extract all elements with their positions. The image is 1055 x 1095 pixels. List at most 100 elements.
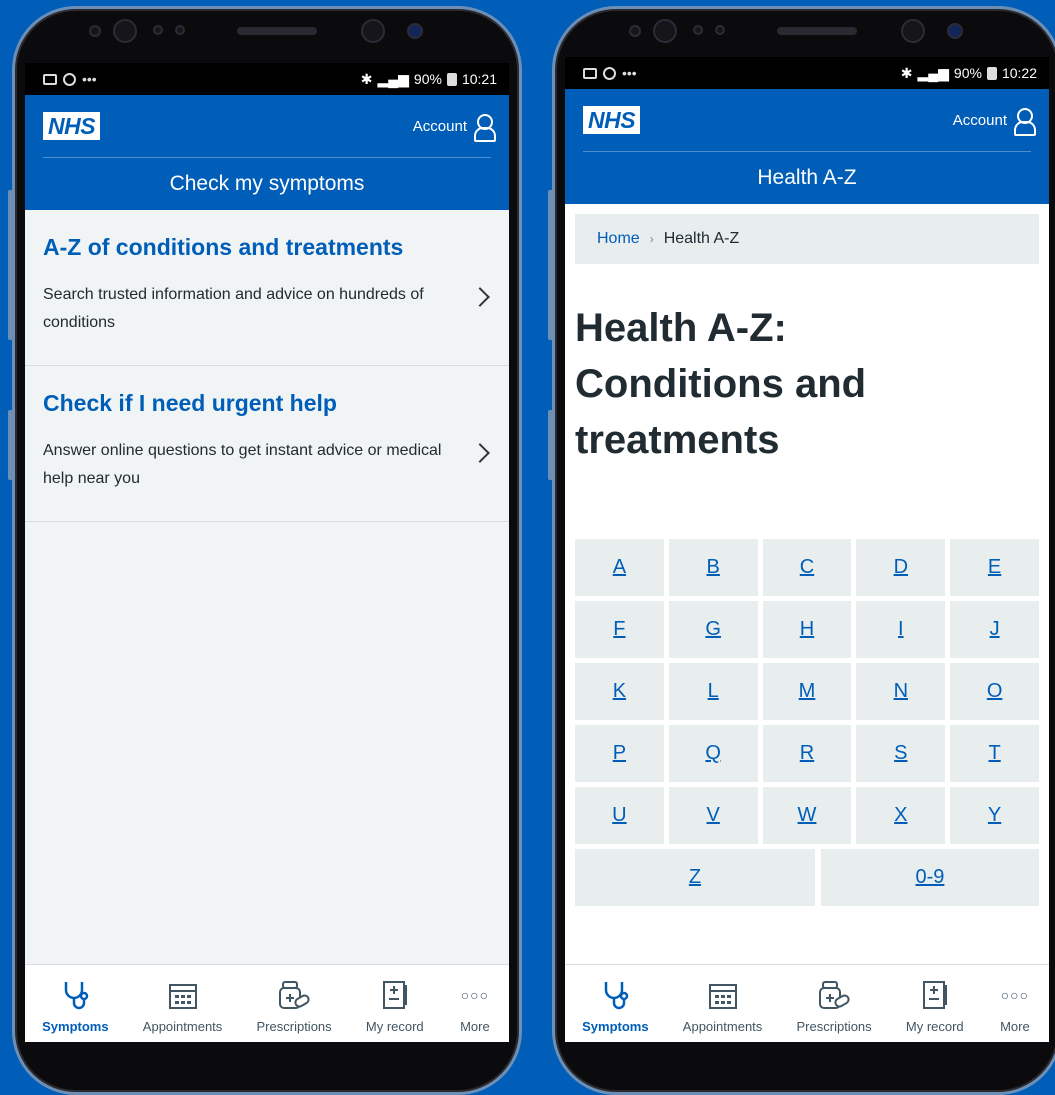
letter-link-j[interactable]: J [950,601,1039,658]
chevron-right-icon [470,443,490,463]
phone-bezel [15,9,519,69]
tab-label: My record [365,1019,424,1034]
card-title: A-Z of conditions and treatments [43,234,404,260]
letter-link-w[interactable]: W [762,787,852,844]
az-last-row: Z 0-9 [575,849,1039,906]
letter-link-x[interactable]: X [856,787,946,844]
gallery-icon [43,73,57,85]
tab-label: Prescriptions [256,1019,332,1034]
calendar-icon [706,977,740,1013]
breadcrumb-separator-icon: › [649,232,654,246]
record-icon [378,977,412,1013]
account-label: Account [412,117,467,135]
sensor-dot [693,25,703,35]
message-icon [603,66,616,80]
letter-link-i[interactable]: I [856,601,946,658]
letter-link-s[interactable]: S [856,725,946,782]
card-description: Answer online questions to get instant a… [43,442,442,487]
account-button[interactable]: Account [412,113,496,142]
gallery-icon [583,67,597,79]
battery-level: 90% [413,71,442,87]
letter-link-p[interactable]: P [575,725,664,782]
phone-left: ••• ✱ ▂▄▆ 90% 10:21 NHS Account Check my sy… [12,6,522,1095]
account-button[interactable]: Account [952,107,1036,136]
bixby-button [8,410,13,480]
page-title-line: Health A-Z: [575,306,787,350]
status-bar: ••• ✱ ▂▄▆ 90% 10:22 [565,57,1049,89]
pills-icon [817,977,851,1013]
sensor-dot [629,25,641,37]
section-title: Check my symptoms [169,172,365,195]
letter-link-f[interactable]: F [575,601,664,658]
letter-link-z[interactable]: Z [575,849,815,906]
bottom-tab-bar: Symptoms Appointments Prescriptions My r… [25,964,509,1042]
tab-appointments[interactable]: Appointments [143,977,222,1034]
tab-symptoms[interactable]: Symptoms [42,977,109,1034]
urgent-help-card[interactable]: Check if I need urgent help Answer onlin… [25,366,509,522]
message-icon [63,72,76,86]
bluetooth-icon: ✱ [360,70,373,87]
battery-level: 90% [953,65,982,81]
tab-appointments[interactable]: Appointments [682,977,763,1034]
letter-link-e[interactable]: E [950,539,1039,596]
clock: 10:22 [1001,65,1037,81]
letter-link-o[interactable]: O [950,663,1039,720]
tab-label: My record [905,1019,964,1034]
page-title-line: treatments [575,418,780,462]
record-icon [918,977,952,1013]
tab-more[interactable]: ○○○ More [458,977,492,1034]
app-header: NHS Account Check my symptoms [25,95,509,210]
tab-my-record[interactable]: My record [366,977,424,1034]
tab-label: Symptoms [42,1019,109,1034]
letter-link-g[interactable]: G [668,601,758,658]
letter-link-l[interactable]: L [668,663,758,720]
tab-prescriptions[interactable]: Prescriptions [797,977,872,1034]
breadcrumb-home-link[interactable]: Home [597,230,640,248]
tab-label: Prescriptions [796,1019,872,1034]
page-title: Health A-Z: Conditions and treatments [565,264,1049,468]
sensor-dot [153,25,163,35]
letter-link-a[interactable]: A [575,539,664,596]
letter-link-d[interactable]: D [856,539,946,596]
letter-link-t[interactable]: T [950,725,1039,782]
breadcrumb: Home › Health A-Z [575,214,1039,264]
signal-icon: ▂▄▆ [917,64,949,81]
letter-link-q[interactable]: Q [668,725,758,782]
letter-link-r[interactable]: R [762,725,852,782]
tab-symptoms[interactable]: Symptoms [582,977,649,1034]
letter-link-0-9[interactable]: 0-9 [820,849,1039,906]
app-header: NHS Account Health A-Z [565,89,1049,204]
more-notifications-icon: ••• [622,65,637,81]
earpiece-speaker [237,27,317,35]
letter-link-u[interactable]: U [575,787,664,844]
clock: 10:21 [461,71,497,87]
letter-link-v[interactable]: V [668,787,758,844]
stethoscope-icon [598,977,632,1013]
account-label: Account [952,111,1007,129]
tab-label: Symptoms [582,1019,649,1034]
camera-lens [947,23,963,39]
tab-more[interactable]: ○○○ More [998,977,1032,1034]
card-title: Check if I need urgent help [43,390,337,416]
bottom-tab-bar: Symptoms Appointments Prescriptions My r… [565,964,1049,1042]
iris-sensor [901,19,925,43]
tab-label: Appointments [682,1019,763,1034]
letter-link-y[interactable]: Y [950,787,1039,844]
page-title-line: Conditions and [575,362,867,406]
letter-link-k[interactable]: K [575,663,664,720]
letter-link-m[interactable]: M [762,663,852,720]
letter-link-b[interactable]: B [668,539,758,596]
battery-icon [986,66,997,80]
tab-my-record[interactable]: My record [906,977,964,1034]
letter-link-h[interactable]: H [762,601,852,658]
az-conditions-card[interactable]: A-Z of conditions and treatments Search … [25,210,509,366]
section-title: Health A-Z [757,166,857,189]
letter-link-n[interactable]: N [856,663,946,720]
tab-prescriptions[interactable]: Prescriptions [257,977,332,1034]
tab-label: More [1000,1019,1030,1034]
front-camera-icon [113,19,137,43]
letter-link-c[interactable]: C [762,539,852,596]
az-letter-grid: A B C D E F G H I J K L M N O P Q R S T … [575,539,1039,844]
signal-icon: ▂▄▆ [377,70,409,87]
volume-button [548,190,553,340]
